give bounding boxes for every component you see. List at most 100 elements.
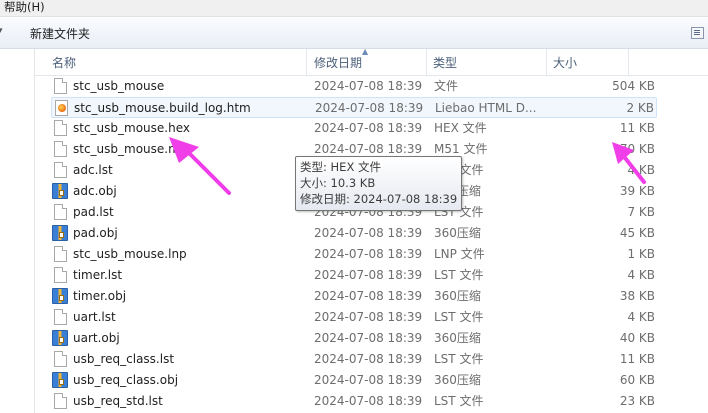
file-size: 7 KB (627, 205, 655, 219)
file-date: 2024-07-08 18:39 (314, 289, 423, 303)
file-date: 2024-07-08 18:39 (314, 226, 423, 240)
file-row[interactable]: stc_usb_mouse 2024-07-08 18:39 文件 504 KB (51, 76, 657, 97)
archive-icon (52, 225, 68, 241)
column-date[interactable]: 修改日期 (314, 49, 362, 75)
new-folder-button[interactable]: 新建文件夹 (30, 25, 90, 42)
file-size: 23 KB (619, 394, 655, 408)
menu-bar: 帮助(H) (0, 0, 708, 17)
file-icon (54, 141, 67, 157)
file-name: pad.obj (73, 226, 118, 240)
view-options-icon[interactable] (691, 27, 704, 39)
file-name: stc_usb_mouse.build_log.htm (74, 101, 251, 115)
archive-icon (52, 183, 68, 199)
file-name: adc.obj (73, 184, 117, 198)
column-type[interactable]: 类型 (433, 49, 457, 75)
file-row[interactable]: stc_usb_mouse.hex 2024-07-08 18:39 HEX 文件 1… (51, 118, 657, 139)
file-date: 2024-07-08 18:39 (314, 394, 423, 408)
file-icon (54, 309, 67, 325)
file-name: usb_req_class.obj (73, 373, 179, 387)
file-date: 2024-07-08 18:39 (314, 352, 423, 366)
file-date: 2024-07-08 18:39 (314, 373, 423, 387)
file-row[interactable]: uart.lst 2024-07-08 18:39 LST 文件 4 KB (51, 307, 657, 328)
file-row[interactable]: timer.lst 2024-07-08 18:39 LST 文件 4 KB (51, 265, 657, 286)
file-name: timer.lst (73, 268, 123, 282)
file-size: 4 KB (627, 163, 655, 177)
file-icon (54, 267, 67, 283)
file-type: 360压缩 (434, 373, 481, 387)
file-size: 11 KB (619, 352, 655, 366)
file-date: 2024-07-08 18:39 (314, 310, 423, 324)
file-icon (54, 351, 67, 367)
file-icon (54, 162, 67, 178)
toolbar: ▾ 新建文件夹 (0, 17, 708, 49)
column-divider[interactable] (426, 49, 427, 75)
file-row[interactable]: timer.obj 2024-07-08 18:39 360压缩 38 KB (51, 286, 657, 307)
file-type: LST 文件 (434, 394, 484, 408)
file-date: 2024-07-08 18:39 (314, 268, 423, 282)
file-name: stc_usb_mouse.hex (73, 121, 190, 135)
file-date: 2024-07-08 18:39 (314, 247, 423, 261)
file-size: 38 KB (619, 289, 655, 303)
file-size: 60 KB (619, 373, 655, 387)
file-icon (54, 78, 67, 94)
file-name: pad.lst (73, 205, 114, 219)
menu-help[interactable]: 帮助(H) (4, 0, 45, 15)
column-name[interactable]: 名称 (52, 49, 76, 75)
file-icon (54, 120, 67, 136)
file-name: usb_req_class.lst (73, 352, 175, 366)
column-divider[interactable] (628, 49, 629, 75)
file-row[interactable]: usb_req_std.lst 2024-07-08 18:39 LST 文件 23 … (51, 391, 657, 412)
file-icon (54, 393, 67, 409)
chevron-left-icon[interactable]: ▾ (0, 27, 4, 36)
file-row[interactable]: usb_req_class.lst 2024-07-08 18:39 LST 文件 1… (51, 349, 657, 370)
file-row[interactable]: usb_req_class.obj 2024-07-08 18:39 360压缩 60… (51, 370, 657, 391)
file-date: 2024-07-08 18:39 (314, 79, 423, 93)
file-type: LST 文件 (434, 310, 484, 324)
file-type: LNP 文件 (434, 247, 485, 261)
tooltip-date: 修改日期: 2024-07-08 18:39 (300, 192, 458, 206)
file-size: 504 KB (612, 79, 655, 93)
file-size: 2 KB (626, 101, 654, 115)
file-row[interactable]: stc_usb_mouse.lnp 2024-07-08 18:39 LNP 文件 1… (51, 244, 657, 265)
file-size: 70 KB (619, 142, 655, 156)
file-icon (54, 246, 67, 262)
file-name: timer.obj (73, 289, 127, 303)
file-list: stc_usb_mouse 2024-07-08 18:39 文件 504 KB stc… (35, 76, 708, 413)
navigation-pane[interactable] (0, 49, 35, 413)
file-icon (54, 204, 67, 220)
file-name: uart.lst (73, 310, 116, 324)
file-info-tooltip: 类型: HEX 文件 大小: 10.3 KB 修改日期: 2024-07-08 … (295, 156, 462, 211)
file-type: 文件 (434, 79, 459, 93)
file-size: 40 KB (619, 331, 655, 345)
file-size: 4 KB (627, 268, 655, 282)
file-type: HEX 文件 (434, 121, 487, 135)
tooltip-type: 类型: HEX 文件 (300, 160, 381, 174)
archive-icon (52, 372, 68, 388)
file-size: 1 KB (627, 247, 655, 261)
file-size: 45 KB (619, 226, 655, 240)
sort-arrow-icon: ▲ (362, 47, 369, 56)
file-date: 2024-07-08 18:39 (314, 331, 423, 345)
column-size[interactable]: 大小 (553, 49, 577, 75)
archive-icon (52, 288, 68, 304)
file-name: uart.obj (73, 331, 120, 345)
column-divider[interactable] (546, 49, 547, 75)
file-row[interactable]: pad.obj 2024-07-08 18:39 360压缩 45 KB (51, 223, 657, 244)
file-type: LST 文件 (434, 352, 484, 366)
file-type: 360压缩 (434, 289, 481, 303)
file-name: stc_usb_mouse.lnp (73, 247, 187, 261)
file-name: stc_usb_mouse (73, 79, 165, 93)
file-name: adc.lst (73, 163, 113, 177)
file-name: usb_req_std.lst (73, 394, 163, 408)
file-size: 39 KB (619, 184, 655, 198)
tooltip-size: 大小: 10.3 KB (300, 176, 376, 190)
html-file-icon (55, 100, 68, 116)
file-row[interactable]: stc_usb_mouse.build_log.htm 2024-07-08 18… (51, 97, 657, 118)
file-type: 360压缩 (434, 331, 481, 345)
file-size: 4 KB (627, 310, 655, 324)
file-size: 11 KB (619, 121, 655, 135)
column-divider[interactable] (306, 49, 307, 75)
file-row[interactable]: uart.obj 2024-07-08 18:39 360压缩 40 KB (51, 328, 657, 349)
file-date: 2024-07-08 18:39 (314, 121, 423, 135)
file-date: 2024-07-08 18:39 (315, 101, 424, 115)
